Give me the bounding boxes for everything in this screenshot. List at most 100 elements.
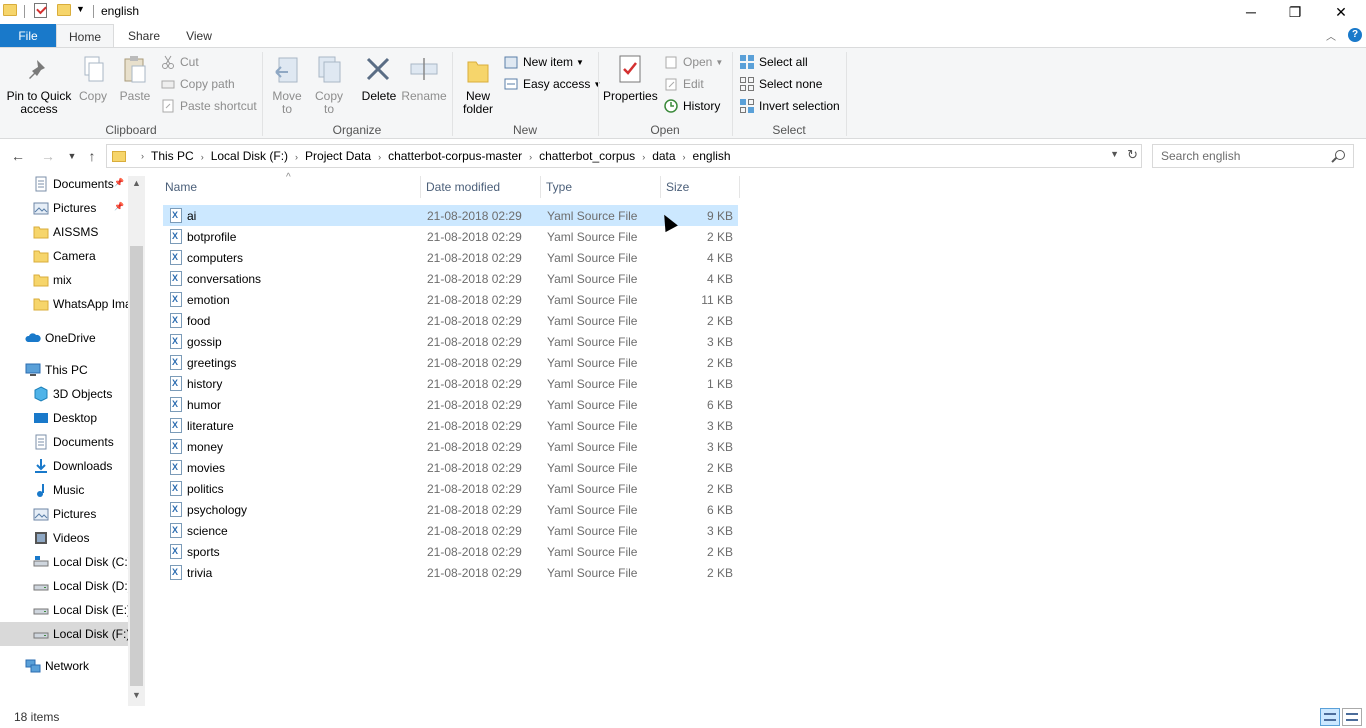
table-row[interactable]: literature 21-08-2018 02:29 Yaml Source Fi… [163, 415, 738, 436]
table-row[interactable]: botprofile 21-08-2018 02:29 Yaml Source Fi… [163, 226, 738, 247]
select-all-button[interactable]: Select all [739, 52, 808, 72]
copy-button[interactable]: Copy [76, 54, 110, 103]
invert-selection-button[interactable]: Invert selection [739, 96, 840, 116]
breadcrumb-item[interactable]: chatterbot_corpus [539, 149, 635, 163]
tab-home[interactable]: Home [56, 24, 114, 48]
tab-view[interactable]: View [174, 24, 224, 47]
chevron-right-icon[interactable]: › [683, 152, 686, 162]
restore-button[interactable]: ❐ [1272, 0, 1318, 24]
table-row[interactable]: psychology 21-08-2018 02:29 Yaml Source Fi… [163, 499, 738, 520]
breadcrumb-item[interactable]: data [652, 149, 675, 163]
chevron-up-icon[interactable]: ︿ [1326, 28, 1336, 43]
refresh-icon[interactable]: ↻ [1127, 147, 1138, 163]
chevron-right-icon[interactable]: › [295, 152, 298, 162]
breadcrumb-item[interactable]: Project Data [305, 149, 371, 163]
scroll-up-icon[interactable]: ▲ [132, 178, 141, 188]
file-date: 21-08-2018 02:29 [427, 439, 522, 454]
search-input[interactable]: Search english [1152, 144, 1354, 168]
paste-button[interactable]: Paste [118, 54, 152, 103]
file-date: 21-08-2018 02:29 [427, 460, 522, 475]
minimize-button[interactable]: ─ [1228, 0, 1274, 24]
copy-to-button[interactable]: Copy to [310, 54, 348, 116]
sidebar-item-this-pc[interactable]: This PC [25, 358, 145, 382]
forward-arrow-icon[interactable]: → [38, 144, 58, 168]
move-to-button[interactable]: Move to [268, 54, 306, 116]
table-row[interactable]: trivia 21-08-2018 02:29 Yaml Source File 2 … [163, 562, 738, 583]
chevron-right-icon[interactable]: › [201, 152, 204, 162]
tab-file[interactable]: File [0, 24, 56, 47]
open-button[interactable]: Open ▼ [663, 52, 723, 72]
table-row[interactable]: humor 21-08-2018 02:29 Yaml Source File 6 K… [163, 394, 738, 415]
table-row[interactable]: science 21-08-2018 02:29 Yaml Source File 3… [163, 520, 738, 541]
pictures-icon [33, 506, 49, 522]
sidebar-item-local-disk-f[interactable]: Local Disk (F:) [0, 622, 128, 646]
column-header-size[interactable]: Size [661, 176, 739, 198]
rename-button[interactable]: Rename [400, 54, 448, 103]
customize-toolbar-icon[interactable]: ▼ [76, 4, 85, 14]
column-header-name[interactable]: Name [160, 176, 420, 198]
nav-scrollbar[interactable]: ▲ ▼ [128, 176, 145, 706]
file-type: Yaml Source File [547, 355, 638, 370]
chevron-right-icon[interactable]: › [642, 152, 645, 162]
pin-to-quick-access-button[interactable]: Pin to Quick access [4, 54, 74, 116]
sidebar-item-network[interactable]: Network [25, 654, 145, 678]
cut-button[interactable]: Cut [160, 52, 199, 72]
paste-shortcut-button[interactable]: Paste shortcut [160, 96, 257, 116]
delete-button[interactable]: Delete [360, 54, 398, 103]
table-row[interactable]: greetings 21-08-2018 02:29 Yaml Source Fil… [163, 352, 738, 373]
table-row[interactable]: money 21-08-2018 02:29 Yaml Source File 3 K… [163, 436, 738, 457]
scrollbar-thumb[interactable] [130, 246, 143, 686]
chevron-right-icon[interactable]: › [378, 152, 381, 162]
help-icon[interactable]: ? [1348, 28, 1362, 42]
breadcrumb-item[interactable]: chatterbot-corpus-master [388, 149, 522, 163]
edit-icon [663, 76, 679, 92]
table-row[interactable]: movies 21-08-2018 02:29 Yaml Source File 2 … [163, 457, 738, 478]
properties-button[interactable]: Properties [603, 54, 658, 103]
easy-access-icon [503, 76, 519, 92]
yaml-file-icon [170, 208, 182, 223]
file-explorer-window: ▼ english ─ ❐ ✕ File Home Share View ︿ ?… [0, 0, 1366, 728]
copy-path-button[interactable]: Copy path [160, 74, 235, 94]
chevron-right-icon[interactable]: › [529, 152, 532, 162]
file-name: trivia [187, 565, 213, 580]
properties-quick-icon[interactable] [34, 3, 47, 18]
new-folder-quick-icon[interactable] [57, 4, 71, 16]
close-button[interactable]: ✕ [1318, 0, 1364, 24]
column-divider[interactable] [739, 176, 740, 198]
column-header-type[interactable]: Type [541, 176, 661, 198]
table-row[interactable]: ai21-08-2018 02:29Yaml Source File9 KB [163, 205, 738, 226]
scroll-down-icon[interactable]: ▼ [132, 690, 141, 700]
file-type: Yaml Source File [547, 418, 638, 433]
details-view-button[interactable] [1320, 708, 1340, 726]
table-row[interactable]: history 21-08-2018 02:29 Yaml Source File 1… [163, 373, 738, 394]
sidebar-item-label: Downloads [53, 459, 113, 473]
table-row[interactable]: gossip 21-08-2018 02:29 Yaml Source File 3 … [163, 331, 738, 352]
edit-button[interactable]: Edit [663, 74, 704, 94]
up-arrow-icon[interactable]: ↑ [82, 144, 102, 168]
select-none-button[interactable]: Select none [739, 74, 822, 94]
breadcrumb-item[interactable]: english [693, 149, 731, 163]
column-header-date[interactable]: Date modified [421, 176, 541, 198]
large-icons-view-button[interactable] [1342, 708, 1362, 726]
table-row[interactable]: emotion 21-08-2018 02:29 Yaml Source File 1… [163, 289, 738, 310]
back-arrow-icon[interactable]: ← [8, 144, 28, 168]
table-row[interactable]: conversations 21-08-2018 02:29 Yaml Source… [163, 268, 738, 289]
history-button[interactable]: History [663, 96, 720, 116]
table-row[interactable]: politics 21-08-2018 02:29 Yaml Source File… [163, 478, 738, 499]
address-dropdown-icon[interactable]: ▼ [1110, 149, 1119, 159]
new-item-button[interactable]: New item ▼ [503, 52, 584, 72]
table-row[interactable]: computers 21-08-2018 02:29 Yaml Source Fil… [163, 247, 738, 268]
easy-access-button[interactable]: Easy access ▼ [503, 74, 601, 94]
breadcrumb-item[interactable]: This PC [151, 149, 194, 163]
new-folder-button[interactable]: New folder [458, 54, 498, 116]
address-bar[interactable]: › This PC › Local Disk (F:) › Project Data › c… [106, 144, 1142, 168]
table-row[interactable]: sports 21-08-2018 02:29 Yaml Source File 2 … [163, 541, 738, 562]
breadcrumb-item[interactable]: Local Disk (F:) [211, 149, 288, 163]
download-icon [33, 458, 49, 474]
drive-icon [33, 602, 49, 618]
sidebar-item-onedrive[interactable]: OneDrive [25, 326, 145, 350]
recent-locations-icon[interactable]: ▼ [62, 144, 82, 168]
drive-icon [33, 554, 49, 570]
tab-share[interactable]: Share [118, 24, 170, 47]
table-row[interactable]: food 21-08-2018 02:29 Yaml Source File 2 KB [163, 310, 738, 331]
